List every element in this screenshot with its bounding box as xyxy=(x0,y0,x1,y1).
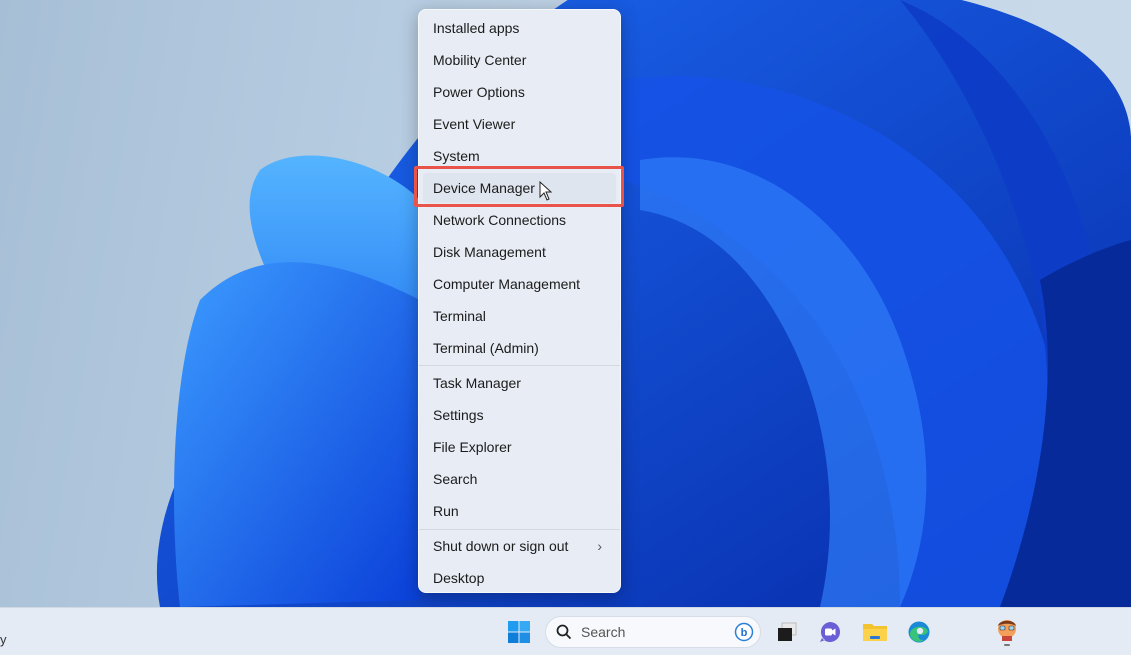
menu-item-label: Shut down or sign out xyxy=(433,538,569,554)
menu-item-label: Terminal xyxy=(433,308,486,324)
menu-item-network-connections[interactable]: Network Connections xyxy=(423,205,616,235)
menu-item-label: System xyxy=(433,148,480,164)
menu-item-shut-down-or-sign-out[interactable]: Shut down or sign out › xyxy=(423,531,616,561)
taskbar-left-text: y xyxy=(0,632,7,647)
bing-icon[interactable]: b xyxy=(734,622,754,642)
menu-item-label: File Explorer xyxy=(433,439,512,455)
menu-item-label: Search xyxy=(433,471,478,487)
menu-item-power-options[interactable]: Power Options xyxy=(423,77,616,107)
menu-separator xyxy=(419,529,620,530)
menu-item-file-explorer[interactable]: File Explorer xyxy=(423,432,616,462)
task-view-icon[interactable] xyxy=(773,618,801,646)
menu-item-event-viewer[interactable]: Event Viewer xyxy=(423,109,616,139)
menu-item-label: Run xyxy=(433,503,459,519)
menu-item-disk-management[interactable]: Disk Management xyxy=(423,237,616,267)
menu-item-label: Desktop xyxy=(433,570,485,586)
menu-item-label: Power Options xyxy=(433,84,525,100)
menu-item-label: Device Manager xyxy=(433,180,535,196)
svg-text:b: b xyxy=(741,627,748,639)
menu-item-settings[interactable]: Settings xyxy=(423,400,616,430)
menu-item-mobility-center[interactable]: Mobility Center xyxy=(423,45,616,75)
search-placeholder: Search xyxy=(581,624,626,640)
menu-item-label: Terminal (Admin) xyxy=(433,340,539,356)
menu-item-device-manager[interactable]: Device Manager xyxy=(423,173,616,203)
menu-item-label: Network Connections xyxy=(433,212,567,228)
chevron-right-icon: › xyxy=(597,538,602,554)
menu-item-desktop[interactable]: Desktop xyxy=(423,563,616,593)
menu-item-computer-management[interactable]: Computer Management xyxy=(423,269,616,299)
menu-item-label: Disk Management xyxy=(433,244,546,260)
menu-item-label: Task Manager xyxy=(433,375,521,391)
menu-item-label: Settings xyxy=(433,407,484,423)
menu-item-label: Installed apps xyxy=(433,20,520,36)
menu-item-terminal-admin[interactable]: Terminal (Admin) xyxy=(423,333,616,363)
taskbar-search-box[interactable]: Search b xyxy=(545,616,761,648)
menu-separator xyxy=(419,365,620,366)
menu-item-run[interactable]: Run xyxy=(423,496,616,526)
menu-item-installed-apps[interactable]: Installed apps xyxy=(423,13,616,43)
windows-start-icon[interactable] xyxy=(505,618,533,646)
menu-item-search[interactable]: Search xyxy=(423,464,616,494)
edge-icon[interactable] xyxy=(905,618,933,646)
quick-link-context-menu: Installed apps Mobility Center Power Opt… xyxy=(418,9,621,593)
taskbar: y Search b xyxy=(0,607,1131,655)
search-icon xyxy=(556,624,572,640)
menu-item-label: Mobility Center xyxy=(433,52,527,68)
menu-item-task-manager[interactable]: Task Manager xyxy=(423,368,616,398)
menu-item-system[interactable]: System xyxy=(423,141,616,171)
mouse-cursor-icon xyxy=(539,181,553,201)
menu-item-label: Computer Management xyxy=(433,276,581,292)
menu-item-label: Event Viewer xyxy=(433,116,516,132)
menu-item-terminal[interactable]: Terminal xyxy=(423,301,616,331)
teams-chat-icon[interactable] xyxy=(816,618,844,646)
file-explorer-icon[interactable] xyxy=(861,618,889,646)
avatar-app-icon[interactable] xyxy=(993,618,1021,646)
